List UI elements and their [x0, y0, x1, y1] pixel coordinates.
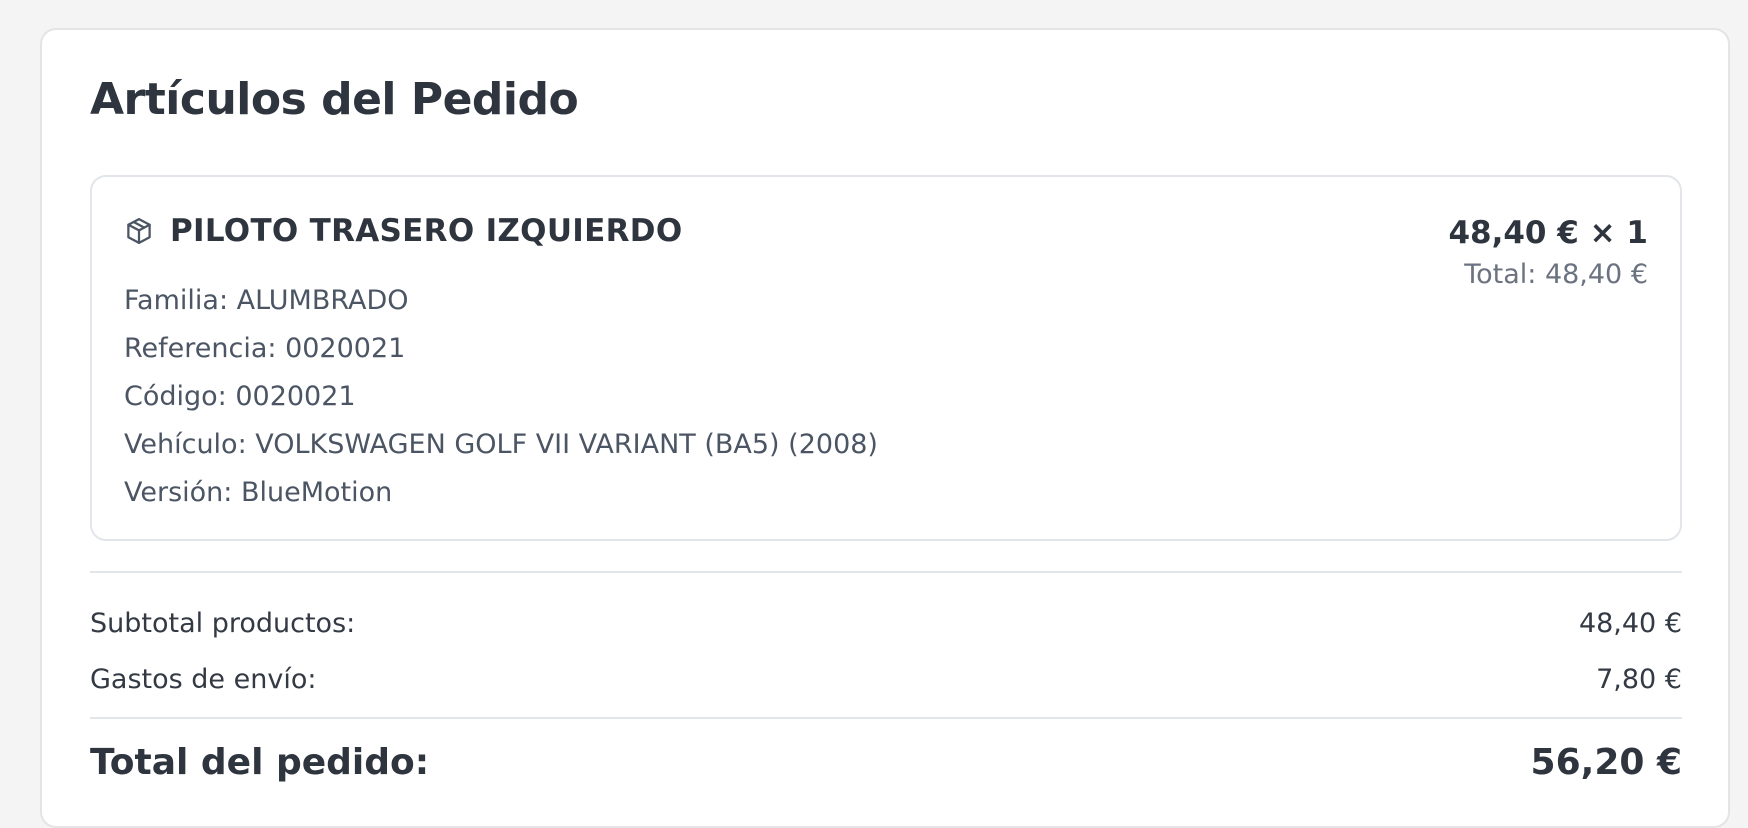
- item-line-total: Total: 48,40 €: [1464, 259, 1648, 290]
- item-header: PILOTO TRASERO IZQUIERDO: [124, 213, 682, 249]
- package-icon: [124, 216, 154, 246]
- shipping-value: 7,80 €: [1596, 664, 1682, 695]
- total-divider: [90, 717, 1682, 719]
- item-details: Familia: ALUMBRADO Referencia: 0020021 C…: [124, 277, 878, 517]
- order-total-label: Total del pedido:: [90, 742, 430, 783]
- summary-divider: [90, 571, 1682, 573]
- item-price: 48,40 € × 1 Total: 48,40 €: [1448, 215, 1648, 290]
- subtotal-row: Subtotal productos: 48,40 €: [90, 608, 1682, 639]
- item-reference: Referencia: 0020021: [124, 333, 406, 364]
- item-code: Código: 0020021: [124, 381, 356, 412]
- shipping-label: Gastos de envío:: [90, 664, 317, 695]
- item-unit-price-quantity: 48,40 € × 1: [1448, 215, 1648, 251]
- order-items-card: Artículos del Pedido PILOTO TRASERO IZQU…: [40, 28, 1730, 828]
- item-version: Versión: BlueMotion: [124, 477, 393, 508]
- card-title: Artículos del Pedido: [90, 74, 579, 125]
- shipping-row: Gastos de envío: 7,80 €: [90, 664, 1682, 695]
- item-family: Familia: ALUMBRADO: [124, 285, 409, 316]
- order-item: PILOTO TRASERO IZQUIERDO Familia: ALUMBR…: [90, 175, 1682, 541]
- subtotal-value: 48,40 €: [1578, 608, 1682, 639]
- subtotal-label: Subtotal productos:: [90, 608, 356, 639]
- item-vehicle: Vehículo: VOLKSWAGEN GOLF VII VARIANT (B…: [124, 429, 878, 460]
- order-total-row: Total del pedido: 56,20 €: [90, 742, 1682, 783]
- order-total-value: 56,20 €: [1530, 742, 1682, 783]
- item-name: PILOTO TRASERO IZQUIERDO: [170, 213, 683, 249]
